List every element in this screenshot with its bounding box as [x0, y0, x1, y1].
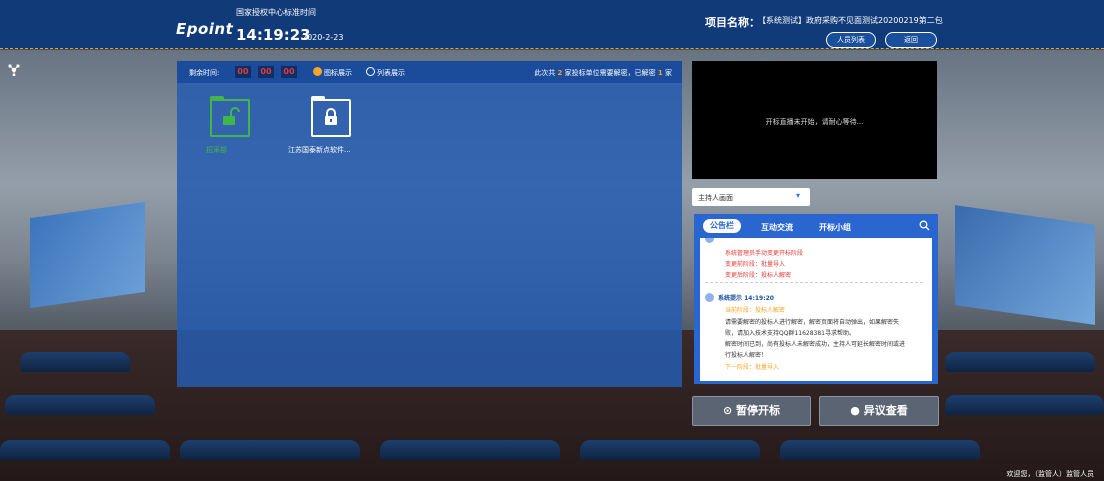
view-objection-label: 异议查看 — [863, 404, 908, 417]
summary-mid: 家投标单位需要解密，已解密 — [564, 69, 656, 77]
background-seat — [945, 352, 1095, 372]
background-seat — [180, 440, 360, 460]
background-seat — [380, 440, 560, 460]
background-seat — [780, 440, 980, 460]
icon-view-label: 图标展示 — [324, 69, 352, 77]
chat-panel: 公告栏 互动交流 开标小组 系统管理员手动变更开标阶段 变更前阶段：批量导入 变… — [694, 214, 938, 384]
background-screen-right — [955, 205, 1095, 325]
msg2-stage: 当前阶段：投标人解密 — [725, 307, 786, 314]
chat-bubble-icon: ● — [850, 404, 860, 417]
chat-message: 系统提示 14:19:20 当前阶段：投标人解密 请需要解密的投标人进行解密，解… — [705, 290, 925, 380]
view-objection-button[interactable]: ● 异议查看 — [819, 396, 939, 426]
msg1-line2: 变更前阶段：批量导入 — [725, 261, 786, 268]
welcome-text: 欢迎您，（监管人）监管人员 — [1006, 470, 1095, 478]
folder-tab — [210, 96, 224, 100]
decrypt-summary: 此次共 2 家投标单位需要解密，已解密 1 家 — [534, 68, 672, 78]
chat-message: 系统管理员手动变更开标阶段 变更前阶段：批量导入 变更后阶段：投标人解密 — [705, 238, 925, 282]
pause-bid-button[interactable]: ⊙ 暂停开标 — [692, 396, 811, 426]
background-seat — [5, 395, 155, 415]
list-view-radio[interactable]: 列表展示 — [366, 67, 405, 78]
folder-tab — [311, 96, 325, 100]
summary-total: 2 — [557, 69, 563, 77]
bidder-label-2: 江苏国泰新点软件... — [288, 146, 351, 154]
avatar — [705, 238, 714, 243]
back-button[interactable]: 返回 — [885, 32, 937, 48]
msg1-line1: 系统管理员手动变更开标阶段 — [725, 250, 804, 257]
bidder-folder-locked[interactable] — [311, 96, 351, 137]
radio-unchecked-icon — [366, 67, 375, 76]
background-seat — [580, 440, 760, 460]
tab-bid-group[interactable]: 开标小组 — [819, 222, 851, 233]
msg2-line3: 解密时间已到，尚有投标人未解密成功，主持人可延长解密时间或进 — [725, 341, 906, 348]
icon-view-radio[interactable]: 图标展示 — [313, 67, 352, 78]
epoint-logo: Epoint — [176, 20, 234, 38]
pause-bid-label: 暂停开标 — [736, 404, 781, 417]
bidder-panel-toolbar: 剩余时间: 00 00 00 图标展示 列表展示 此次共 2 家投标单位需要解密… — [177, 61, 682, 83]
msg2-line4: 行投标人解密！ — [725, 352, 768, 359]
chat-messages: 系统管理员手动变更开标阶段 变更前阶段：批量导入 变更后阶段：投标人解密 系统提… — [700, 238, 932, 381]
current-date: 2020-2-23 — [302, 33, 344, 42]
people-list-button[interactable]: 人员列表 — [826, 32, 876, 48]
remaining-hours: 00 — [235, 66, 251, 78]
project-name: 【系统测试】政府采购不见面测试20200219第二包 — [758, 16, 943, 25]
remaining-seconds: 00 — [281, 66, 297, 78]
top-header: Epoint 国家授权中心标准时间 14:19:23 2020-2-23 项目名… — [0, 0, 1104, 49]
background-screen-left — [30, 201, 145, 309]
summary-suffix: 家 — [665, 69, 672, 77]
bidder-folder-unlocked[interactable] — [210, 96, 250, 137]
msg2-next: 下一阶段：批量导入 — [725, 364, 780, 371]
summary-done: 1 — [657, 69, 663, 77]
background-seat — [945, 395, 1104, 415]
lock-icon — [325, 108, 337, 125]
view-select[interactable]: 主持人画面 ▾ — [692, 188, 810, 206]
tab-bulletin[interactable]: 公告栏 — [703, 219, 741, 233]
avatar — [705, 293, 714, 302]
video-waiting-message: 开标直播未开始，请耐心等待... — [765, 118, 864, 126]
divider — [705, 282, 923, 283]
background-seat — [0, 440, 170, 460]
msg1-line3: 变更后阶段：投标人解密 — [725, 272, 792, 279]
project-label: 项目名称： — [705, 16, 760, 29]
live-video: 开标直播未开始，请耐心等待... — [692, 61, 937, 179]
bidder-panel: 剩余时间: 00 00 00 图标展示 列表展示 此次共 2 家投标单位需要解密… — [177, 61, 682, 387]
msg2-line1: 请需要解密的投标人进行解密，解密页面将自动弹出，如果解密失 — [725, 319, 900, 326]
tab-interaction[interactable]: 互动交流 — [761, 222, 793, 233]
remaining-minutes: 00 — [258, 66, 274, 78]
radio-checked-icon — [313, 67, 322, 76]
current-time: 14:19:23 — [236, 26, 311, 44]
network-icon[interactable] — [8, 64, 20, 76]
bidder-label-1: 招采部 — [206, 146, 227, 154]
pause-circle-icon: ⊙ — [722, 404, 733, 417]
chat-tabs: 公告栏 互动交流 开标小组 — [694, 214, 938, 238]
remaining-time-label: 剩余时间: — [189, 69, 220, 77]
msg2-line2: 败，请加入技术支持QQ群11628381寻求帮助。 — [725, 330, 855, 337]
list-view-label: 列表展示 — [377, 69, 405, 77]
msg2-header: 系统提示 14:19:20 — [718, 295, 774, 302]
background-seat — [20, 352, 130, 372]
search-icon[interactable] — [919, 220, 930, 231]
view-select-value: 主持人画面 — [698, 194, 733, 202]
unlock-icon — [223, 107, 240, 125]
summary-prefix: 此次共 — [534, 69, 556, 77]
chevron-down-icon: ▾ — [796, 191, 801, 200]
time-label: 国家授权中心标准时间 — [236, 8, 316, 17]
